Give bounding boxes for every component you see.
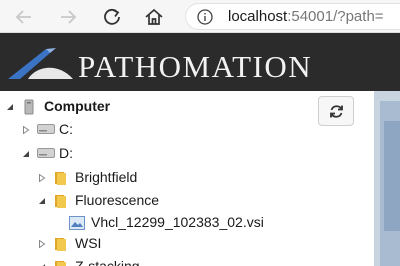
arrow-right-icon — [61, 10, 77, 24]
drive-icon — [37, 148, 55, 158]
home-button[interactable] — [143, 6, 165, 28]
folder-icon — [53, 259, 69, 266]
expanded-triangle-icon[interactable] — [6, 103, 14, 111]
tree-node-label: Brightfield — [75, 169, 138, 185]
app-header: PATHOMATION — [0, 33, 400, 91]
tree-node-label: C: — [59, 121, 73, 137]
reload-icon — [104, 8, 120, 25]
expanded-triangle-icon[interactable] — [22, 150, 30, 158]
browser-toolbar: localhost:54001/?path= — [0, 0, 400, 33]
forward-button[interactable] — [57, 6, 79, 28]
back-button[interactable] — [13, 6, 35, 28]
url-path: :54001/?path= — [287, 8, 384, 25]
home-icon — [145, 8, 163, 25]
computer-icon — [22, 99, 36, 115]
collapsed-triangle-icon[interactable] — [38, 174, 46, 182]
tree-node-label: Fluorescence — [75, 192, 160, 208]
refresh-icon — [330, 105, 343, 118]
drive-icon — [37, 124, 55, 134]
reload-button[interactable] — [101, 6, 123, 28]
address-bar[interactable]: localhost:54001/?path= — [185, 3, 400, 30]
collapsed-triangle-icon[interactable] — [22, 126, 30, 134]
expanded-triangle-icon[interactable] — [38, 197, 46, 205]
tree-node-label: D: — [59, 145, 73, 161]
tree-node-label: WSI — [75, 235, 102, 251]
viewer-thumbnail — [384, 121, 400, 231]
refresh-button[interactable] — [318, 96, 354, 126]
tree-node-label: Computer — [44, 98, 111, 114]
url-host: localhost — [228, 8, 288, 25]
arrow-left-icon — [15, 10, 31, 24]
folder-icon — [53, 170, 69, 186]
tree-node-label: Vhcl_12299_102383_02.vsi — [91, 214, 264, 230]
pathomation-logo-icon — [6, 46, 74, 80]
info-icon[interactable] — [197, 9, 213, 25]
slide-viewer-edge — [374, 91, 400, 266]
app-logo-text: PATHOMATION — [78, 49, 313, 84]
file-tree-panel: Computer C: D: Brightfield Fluorescence … — [0, 91, 374, 266]
url-text[interactable]: localhost:54001/?path= — [228, 8, 384, 25]
collapsed-triangle-icon[interactable] — [38, 240, 46, 248]
slide-file-icon — [69, 216, 85, 230]
folder-icon — [53, 193, 69, 209]
folder-icon — [53, 236, 69, 252]
tree-node-label: Z-stacking — [75, 258, 140, 266]
